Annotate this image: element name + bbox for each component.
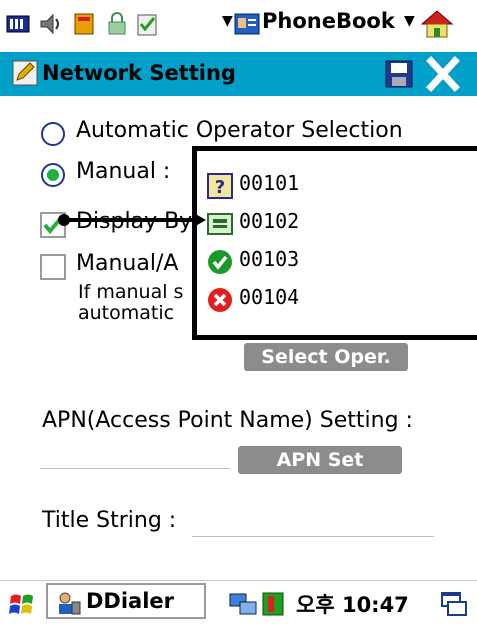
sim-card-icon [207,213,233,235]
operator-code: 00104 [239,285,300,309]
svg-text:?: ? [215,177,225,198]
question-icon: ? [207,173,233,199]
network-icon[interactable] [228,590,258,618]
automatic-operator-radio[interactable] [40,121,66,147]
manual-operator-label: Manual : [76,159,171,184]
battery-icon[interactable] [6,10,32,38]
apn-label: APN(Access Point Name) Setting : [42,408,413,433]
contacts-icon[interactable] [72,10,98,38]
home-icon[interactable] [420,8,454,40]
operator-list-item[interactable]: 00102 [207,207,467,241]
operator-list-item[interactable]: ? 00101 [207,169,467,203]
manual-auto-desc-line1: If manual s [78,281,184,303]
manual-auto-desc-line2: automatic [78,302,175,324]
x-icon [208,288,232,312]
select-operator-button[interactable]: Select Oper. [244,343,408,371]
operator-code: 00103 [239,247,300,271]
input-panel-icon[interactable] [440,590,468,618]
drag-arrow-icon [58,212,206,228]
notes-icon[interactable] [134,10,160,38]
close-icon[interactable] [422,54,464,94]
dialer-icon [59,592,81,615]
title-string-label: Title String : [42,508,177,533]
signal-book-icon[interactable] [260,590,288,618]
operator-code: 00102 [239,209,300,233]
manual-auto-checkbox[interactable] [40,254,66,280]
chevron-down-icon[interactable]: ▼ [404,13,415,29]
operator-list-item[interactable]: 00104 [207,283,467,317]
check-icon [208,250,232,274]
save-icon[interactable] [384,59,414,89]
manual-operator-radio[interactable] [40,162,66,188]
operator-list-item[interactable]: 00103 [207,245,467,279]
app-title[interactable]: PhoneBook [262,9,395,33]
apn-field[interactable] [40,468,230,469]
speaker-icon[interactable] [38,10,64,38]
operator-code: 00101 [239,171,300,195]
operator-list-popup: ? 00101 00102 00103 00104 [192,146,477,340]
lock-icon[interactable] [104,10,130,38]
settings-pencil-icon [12,60,38,86]
taskbar-app-label: DDialer [86,589,175,613]
title-string-field[interactable] [192,536,434,537]
clock[interactable]: 오후 10:47 [296,589,409,619]
address-card-icon[interactable] [234,12,260,36]
manual-auto-label: Manual/A [76,251,179,276]
windows-start-icon[interactable] [8,590,38,620]
automatic-operator-label: Automatic Operator Selection [76,118,403,143]
page-title: Network Setting [42,61,236,85]
chevron-down-icon[interactable]: ▼ [222,13,233,29]
apn-set-button[interactable]: APN Set [238,446,402,474]
